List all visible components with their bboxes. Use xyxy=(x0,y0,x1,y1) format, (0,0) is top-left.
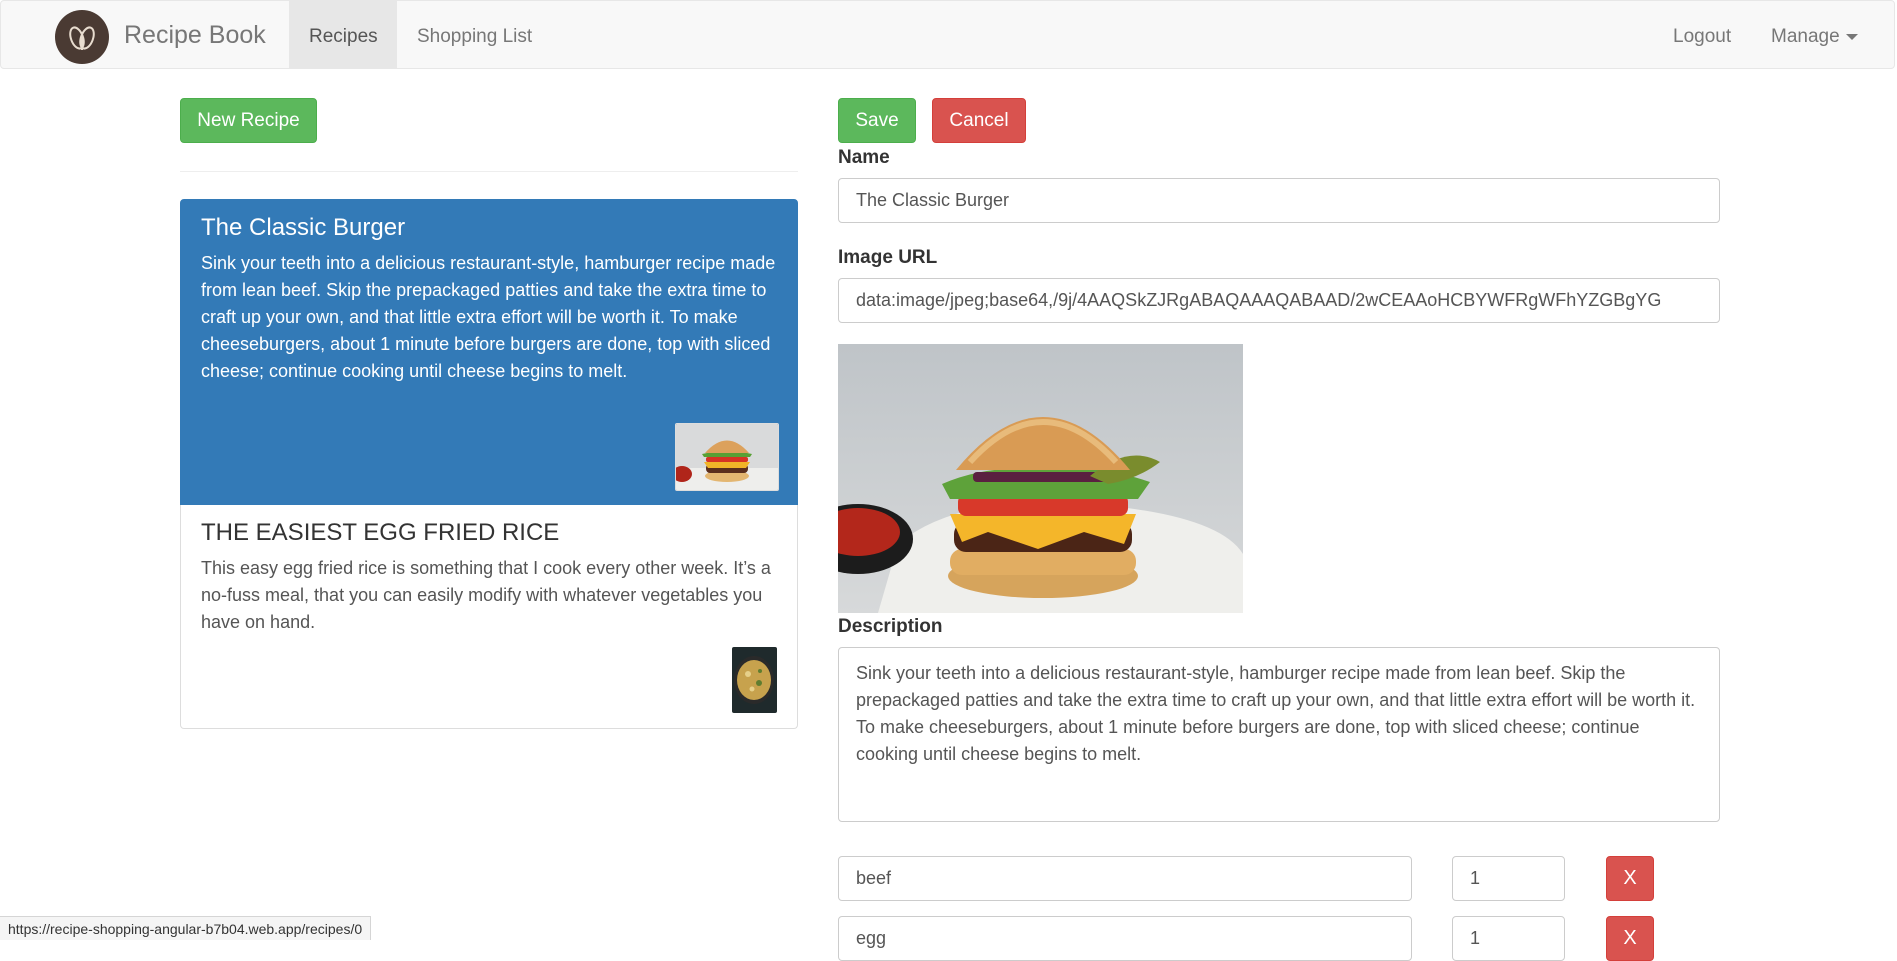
recipe-thumbnail xyxy=(732,647,777,713)
description-textarea[interactable]: Sink your teeth into a delicious restaur… xyxy=(838,647,1720,822)
save-button[interactable]: Save xyxy=(838,98,916,143)
cancel-button[interactable]: Cancel xyxy=(932,98,1026,143)
recipe-item-classic-burger[interactable]: The Classic Burger Sink your teeth into … xyxy=(180,199,798,505)
ingredient-amount-input[interactable]: 1 xyxy=(1452,916,1565,961)
brand-title[interactable]: Recipe Book xyxy=(124,21,266,50)
new-recipe-button[interactable]: New Recipe xyxy=(180,98,317,143)
divider xyxy=(180,171,798,172)
recipe-title: THE EASIEST EGG FRIED RICE xyxy=(201,519,560,546)
logout-link[interactable]: Logout xyxy=(1673,1,1731,69)
recipe-title: The Classic Burger xyxy=(201,214,406,241)
status-bar-url: https://recipe-shopping-angular-b7b04.we… xyxy=(0,916,372,940)
recipe-description: This easy egg fried rice is something th… xyxy=(201,558,771,632)
navbar: Recipe Book Recipes Shopping List Logout… xyxy=(0,0,1895,69)
caret-down-icon xyxy=(1845,33,1858,40)
ingredient-amount-input[interactable]: 1 xyxy=(1452,856,1565,901)
manage-dropdown[interactable]: Manage xyxy=(1771,1,1858,69)
leaf-logo-icon[interactable] xyxy=(55,10,109,64)
recipe-thumbnail xyxy=(675,423,779,491)
remove-ingredient-button[interactable]: X xyxy=(1606,856,1654,901)
remove-ingredient-button[interactable]: X xyxy=(1606,916,1654,961)
description-label: Description xyxy=(838,616,943,637)
image-url-label: Image URL xyxy=(838,247,938,268)
manage-label: Manage xyxy=(1771,26,1840,47)
name-input[interactable]: The Classic Burger xyxy=(838,178,1720,223)
name-label: Name xyxy=(838,147,890,168)
ingredient-name-input[interactable]: beef xyxy=(838,856,1412,901)
ingredient-name-input[interactable]: egg xyxy=(838,916,1412,961)
tab-recipes[interactable]: Recipes xyxy=(289,1,397,69)
image-url-input[interactable]: data:image/jpeg;base64,/9j/4AAQSkZJRgABA… xyxy=(838,278,1720,323)
recipe-description: Sink your teeth into a delicious restaur… xyxy=(201,253,776,381)
recipe-item-egg-fried-rice[interactable]: THE EASIEST EGG FRIED RICE This easy egg… xyxy=(180,505,798,729)
tab-shopping-list[interactable]: Shopping List xyxy=(397,1,552,69)
recipe-image-preview xyxy=(838,344,1243,613)
